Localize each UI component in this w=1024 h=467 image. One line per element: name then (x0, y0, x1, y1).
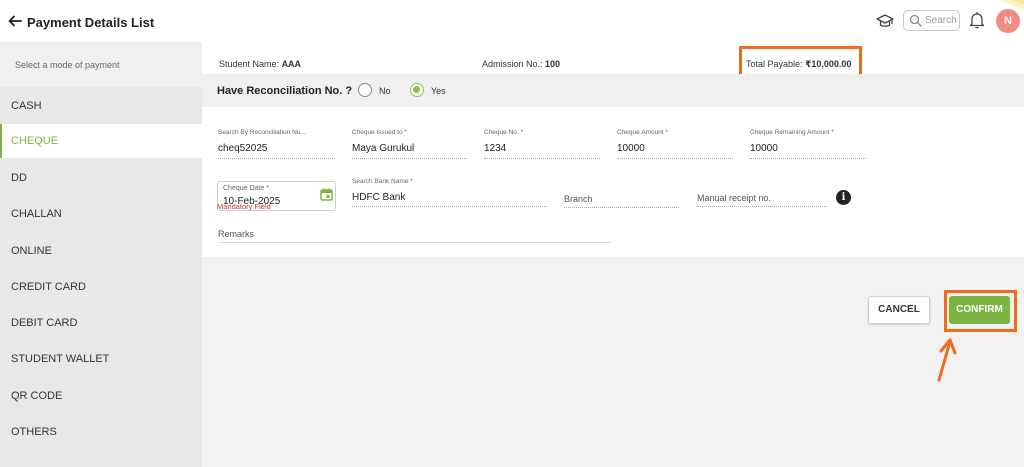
sidebar-item-qr-code[interactable]: QR CODE (0, 379, 202, 413)
admission-no-value: 100 (545, 59, 561, 69)
admission-no-label: Admission No.: (482, 59, 543, 69)
student-info-bar: Student Name: AAA Admission No.: 100 Tot… (202, 42, 1024, 74)
sidebar-item-cash[interactable]: CASH (0, 89, 202, 123)
field-value: 10000 (617, 143, 645, 154)
bell-icon[interactable] (969, 11, 985, 29)
sidebar-item-online[interactable]: ONLINE (0, 234, 202, 268)
search-placeholder: Search (925, 15, 957, 26)
sidebar-heading: Select a mode of payment (0, 42, 202, 87)
field-underline (218, 242, 611, 243)
sidebar-item-label: CASH (11, 100, 42, 112)
sidebar-item-label: CHEQUE (11, 135, 59, 147)
sidebar-item-cheque[interactable]: CHEQUE (0, 124, 202, 158)
payment-mode-sidebar: Select a mode of payment CASH CHEQUE DD … (0, 42, 202, 467)
field-value: 1234 (484, 143, 507, 154)
field-label: Cheque Remaining Amount * (750, 129, 834, 136)
field-value: HDFC Bank (352, 192, 406, 203)
search-reconciliation-field[interactable]: Search By Reconciliation Nu... cheq52025 (218, 129, 335, 159)
field-label: Search Bank Name * (352, 178, 413, 185)
sidebar-item-label: OTHERS (11, 426, 57, 438)
sidebar-item-dd[interactable]: DD (0, 161, 202, 195)
top-header: Payment Details List Search N (0, 0, 1024, 42)
graduation-cap-icon[interactable] (876, 12, 894, 30)
calendar-icon[interactable] (320, 188, 333, 201)
field-value: 10000 (750, 143, 778, 154)
field-underline (617, 158, 733, 159)
field-label: Search By Reconciliation Nu... (218, 129, 306, 136)
sidebar-item-debit-card[interactable]: DEBIT CARD (0, 306, 202, 340)
field-placeholder: Remarks (218, 229, 255, 239)
field-underline (564, 207, 679, 208)
cheque-no-field[interactable]: Cheque No. * 1234 (484, 129, 600, 159)
field-underline (750, 158, 866, 159)
sidebar-item-student-wallet[interactable]: STUDENT WALLET (0, 342, 202, 376)
cheque-amount-field[interactable]: Cheque Amount * 10000 (617, 129, 733, 159)
field-underline (484, 158, 600, 159)
sidebar-item-label: CREDIT CARD (11, 281, 86, 293)
student-name: Student Name: AAA (219, 59, 301, 69)
sidebar-item-label: STUDENT WALLET (11, 353, 110, 365)
field-value: Maya Gurukul (352, 143, 415, 154)
sidebar-item-label: ONLINE (11, 245, 52, 257)
field-underline (352, 158, 467, 159)
sidebar-item-label: DEBIT CARD (11, 317, 78, 329)
radio-no-label: No (379, 86, 391, 96)
back-arrow-icon[interactable] (8, 14, 22, 28)
field-underline (352, 206, 547, 207)
field-label: Cheque issued to * (352, 129, 407, 136)
sidebar-item-challan[interactable]: CHALLAN (0, 197, 202, 231)
cheque-issued-to-field[interactable]: Cheque issued to * Maya Gurukul (352, 129, 467, 159)
field-placeholder: Manual receipt no. (697, 193, 772, 203)
sidebar-item-credit-card[interactable]: CREDIT CARD (0, 270, 202, 304)
mandatory-field-error: Mandatory Field (217, 202, 271, 211)
bank-name-field[interactable]: Search Bank Name * HDFC Bank (352, 178, 547, 208)
student-name-value: AAA (281, 59, 302, 69)
search-input[interactable]: Search (903, 10, 960, 31)
cancel-button[interactable]: CANCEL (868, 296, 930, 324)
field-label: Cheque Date * (223, 185, 269, 192)
radio-yes[interactable] (410, 83, 424, 97)
sidebar-item-label: CHALLAN (11, 208, 62, 220)
field-label: Cheque Amount * (617, 129, 668, 136)
cheque-remaining-amount-field[interactable]: Cheque Remaining Amount * 10000 (750, 129, 866, 159)
admission-no: Admission No.: 100 (482, 59, 560, 69)
page-title: Payment Details List (27, 15, 155, 30)
reconciliation-question: Have Reconciliation No. ? (217, 85, 353, 97)
radio-no[interactable] (358, 83, 372, 97)
info-icon[interactable]: i (836, 190, 851, 205)
search-icon (909, 14, 922, 27)
sidebar-heading-text: Select a mode of payment (15, 60, 120, 70)
sidebar-item-label: DD (11, 172, 27, 184)
field-value: cheq52025 (218, 143, 268, 154)
field-placeholder: Branch (564, 194, 593, 204)
field-underline (697, 206, 827, 207)
field-underline (218, 158, 335, 159)
pointer-arrow-icon (937, 338, 957, 382)
branch-field[interactable]: Branch (564, 178, 679, 208)
sidebar-item-label: QR CODE (11, 390, 63, 402)
sidebar-item-others[interactable]: OTHERS (0, 415, 202, 449)
cheque-form: Search By Reconciliation Nu... cheq52025… (202, 107, 1024, 257)
confirm-highlight (944, 290, 1017, 332)
field-label: Cheque No. * (484, 129, 524, 136)
manual-receipt-field[interactable]: Manual receipt no. (697, 178, 827, 208)
reconciliation-bar: Have Reconciliation No. ? No Yes (202, 74, 1024, 107)
remarks-field[interactable]: Remarks (218, 225, 611, 243)
avatar[interactable]: N (996, 9, 1020, 33)
student-name-label: Student Name: (219, 59, 280, 69)
radio-yes-label: Yes (431, 86, 446, 96)
